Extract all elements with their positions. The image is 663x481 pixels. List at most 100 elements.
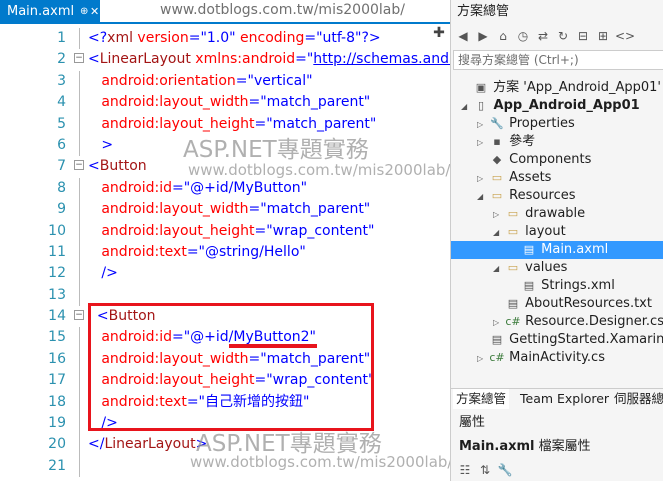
expand-arrow-icon[interactable]: ▷ — [477, 350, 489, 368]
line-number: 13 — [48, 286, 66, 303]
expand-arrow-icon[interactable]: ▷ — [477, 116, 489, 134]
close-icon[interactable]: ✕ — [90, 0, 99, 24]
tree-item[interactable]: ▤ Main.axml — [509, 241, 609, 259]
code-text[interactable]: <?xml version="1.0" encoding="utf-8"?> — [88, 28, 381, 49]
tree-item[interactable]: ◆ Components — [477, 151, 592, 169]
tree-item-label: Resource.Designer.cs — [521, 314, 663, 329]
outline-guide — [79, 134, 80, 157]
collapse-icon[interactable]: − — [74, 310, 84, 321]
pin-icon[interactable]: ⊕ — [80, 0, 88, 24]
tree-item[interactable]: ▷ c# Resource.Designer.cs — [493, 313, 663, 331]
code-text[interactable]: android:layout_width="match_parent" — [88, 199, 370, 220]
code-icon[interactable]: <> — [615, 28, 635, 44]
code-line[interactable]: 9 android:layout_width="match_parent" — [0, 199, 430, 221]
vertical-scrollbar[interactable] — [432, 44, 448, 474]
collapse-icon[interactable]: − — [74, 160, 84, 171]
tree-item[interactable]: ◢ ▯ App_Android_App01 — [461, 97, 640, 115]
tree-item-label: Assets — [505, 170, 552, 185]
item-icon: ▣ — [475, 81, 487, 94]
tree-item[interactable]: ▣ 方案 'App_Android_App01' (1 — [461, 79, 663, 97]
outline-guide — [79, 28, 80, 50]
code-token: LinearLayout — [104, 436, 196, 453]
code-token: version — [132, 30, 189, 46]
collapse-icon[interactable]: ⊟ — [575, 28, 591, 44]
expand-arrow-icon[interactable]: ◢ — [493, 260, 505, 278]
categorized-icon[interactable]: ☷ — [457, 462, 473, 478]
tree-item[interactable]: ▤ Strings.xml — [509, 277, 615, 295]
code-line[interactable]: 8 android:id="@+id/MyButton" — [0, 177, 430, 200]
sync-icon[interactable]: ⇄ — [535, 28, 551, 44]
code-token: ="match_parent" — [248, 201, 371, 218]
code-editor[interactable]: Main.axml ⊕ ✕ www.dotblogs.com.tw/mis200… — [0, 0, 455, 481]
code-text[interactable]: android:layout_height="wrap_content" — [88, 221, 374, 242]
outline-guide — [79, 327, 80, 349]
line-number: 5 — [57, 115, 66, 132]
tree-item[interactable]: ▷ 🔧 Properties — [477, 115, 575, 133]
line-number: 12 — [48, 265, 66, 282]
code-text[interactable]: <Button — [88, 156, 147, 177]
tab-main-axml[interactable]: Main.axml ⊕ ✕ — [0, 0, 100, 24]
sort-icon[interactable]: ⇅ — [477, 462, 493, 478]
tree-item[interactable]: ◢ ▭ Resources — [477, 187, 576, 205]
expand-arrow-icon[interactable]: ◢ — [461, 98, 473, 116]
tree-item[interactable]: ▤ AboutResources.txt — [493, 295, 652, 313]
tree-item[interactable]: ▤ GettingStarted.Xamarin — [477, 331, 663, 349]
properties-toolbar: ☷ ⇅ 🔧 — [453, 460, 663, 480]
watermark-url: www.dotblogs.com.tw/mis2000lab/ — [188, 161, 451, 179]
back-icon[interactable]: ◀ — [455, 28, 471, 44]
item-icon: ▤ — [523, 243, 535, 256]
panel-tab[interactable]: 方案總管 — [453, 389, 510, 409]
home-icon[interactable]: ⌂ — [495, 28, 511, 44]
refresh-icon[interactable]: ↻ — [555, 28, 571, 44]
code-line[interactable]: 2− <LinearLayout xmlns:android="http://sc… — [0, 49, 455, 70]
code-text[interactable]: <LinearLayout xmlns:android="http://sche… — [88, 49, 455, 70]
code-text[interactable]: > — [88, 135, 113, 156]
wrench-icon[interactable]: 🔧 — [497, 462, 513, 478]
panel-tab[interactable]: 伺服器總 — [611, 389, 663, 409]
tree-item[interactable]: ▷ c# MainActivity.cs — [477, 349, 605, 367]
schema-link[interactable]: http://schemas.andr — [313, 51, 454, 67]
code-token: /> — [88, 265, 118, 282]
code-token: LinearLayout — [99, 51, 191, 68]
solution-explorer-toolbar: ◀ ▶ ⌂ ◷ ⇄ ↻ ⊟ ⊞ <> — [451, 26, 663, 48]
show-all-icon[interactable]: ⊞ — [595, 28, 611, 44]
expand-arrow-icon[interactable]: ▷ — [493, 206, 505, 224]
outline-guide — [79, 413, 80, 435]
expand-arrow-icon[interactable]: ▷ — [477, 134, 489, 152]
code-token: ="@string/Hello" — [186, 243, 306, 260]
history-icon[interactable]: ◷ — [515, 28, 531, 44]
code-line[interactable]: 3 android:orientation="vertical" — [0, 70, 430, 93]
code-token: ="utf-8"?> — [304, 30, 381, 46]
code-token: xmlns:android — [190, 51, 296, 68]
code-text[interactable]: android:text="@string/Hello" — [88, 242, 306, 263]
panel-tab[interactable]: Team Explorer — [517, 389, 612, 409]
forward-icon[interactable]: ▶ — [475, 28, 491, 44]
code-text[interactable]: /> — [88, 263, 118, 284]
expand-arrow-icon[interactable]: ▷ — [493, 314, 505, 332]
code-line[interactable]: 1 <?xml version="1.0" encoding="utf-8"?> — [0, 28, 430, 50]
code-line[interactable]: 10 android:layout_height="wrap_content" — [0, 220, 430, 242]
code-line[interactable]: 12 /> — [0, 263, 430, 285]
item-icon: ▤ — [491, 333, 503, 346]
tree-item[interactable]: ▷ ▪ 參考 — [477, 133, 535, 151]
search-input[interactable]: 搜尋方案總管 (Ctrl+;) — [453, 50, 663, 70]
code-line[interactable]: 11 android:text="@string/Hello" — [0, 241, 430, 264]
split-editor-icon[interactable]: ✚ — [430, 24, 448, 42]
code-text[interactable]: android:orientation="vertical" — [88, 71, 312, 92]
tab-label: Main.axml — [7, 4, 75, 19]
item-icon: ▤ — [523, 279, 535, 292]
tree-item[interactable]: ◢ ▭ values — [493, 259, 567, 277]
outline-guide — [79, 348, 80, 371]
tree-item[interactable]: ◢ ▭ layout — [493, 223, 566, 241]
tree-item[interactable]: ▷ ▭ Assets — [477, 169, 551, 187]
tree-item[interactable]: ▷ ▭ drawable — [493, 205, 585, 223]
expand-arrow-icon[interactable]: ◢ — [477, 188, 489, 206]
line-number: 7 — [57, 158, 66, 175]
code-text[interactable]: android:id="@+id/MyButton" — [88, 178, 307, 199]
expand-arrow-icon[interactable]: ▷ — [477, 170, 489, 188]
code-line[interactable]: 4 android:layout_width="match_parent" — [0, 92, 430, 114]
expand-arrow-icon[interactable]: ◢ — [493, 224, 505, 242]
code-text[interactable]: android:layout_width="match_parent" — [88, 92, 370, 113]
tree-item-label: MainActivity.cs — [505, 350, 605, 365]
collapse-icon[interactable]: − — [74, 53, 84, 64]
